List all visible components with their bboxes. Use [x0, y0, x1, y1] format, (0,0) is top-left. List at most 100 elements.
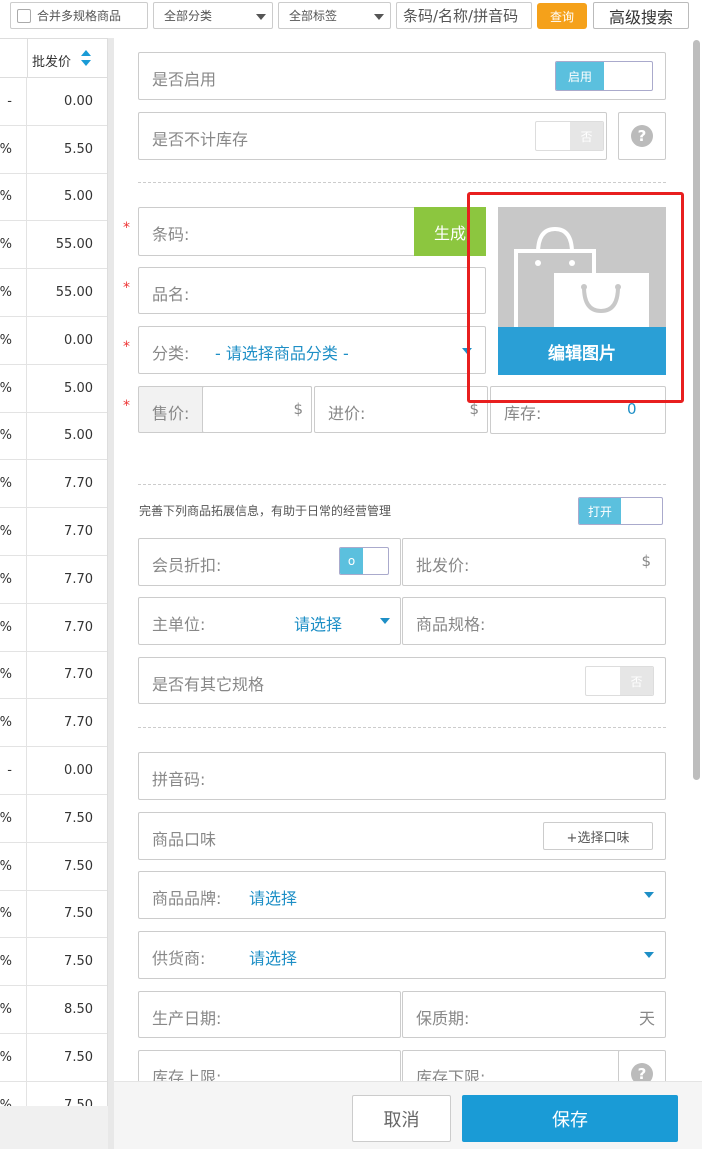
discount-cell: % [0, 508, 27, 555]
wholesale-price-cell: 7.50 [64, 858, 93, 874]
discount-cell: % [0, 651, 27, 699]
table-row[interactable]: % 7.50 [0, 842, 107, 891]
stock-upper-field[interactable]: 库存上限: [138, 1050, 401, 1081]
no-stock-toggle-off: 否 [570, 122, 603, 150]
table-row[interactable]: % 7.70 [0, 603, 107, 652]
cancel-button[interactable]: 取消 [352, 1095, 451, 1142]
brand-select[interactable]: 商品品牌: 请选择 [138, 871, 666, 919]
category-label: 分类: [152, 344, 190, 363]
discount-cell: % [0, 173, 27, 221]
table-row[interactable]: % 7.50 [0, 890, 107, 939]
table-row[interactable]: % 5.50 [0, 125, 107, 174]
table-row[interactable]: % 7.50 [0, 1033, 107, 1082]
wholesale-price-cell: 55.00 [55, 237, 93, 253]
search-input[interactable]: 条码/名称/拼音码 [396, 2, 532, 29]
discount-cell: % [0, 555, 27, 603]
wholesale-price-header[interactable]: 批发价 [32, 51, 71, 70]
enabled-toggle[interactable]: 启用 [555, 61, 653, 91]
sale-price-label: 售价: [152, 404, 190, 423]
no-stock-toggle[interactable]: 否 [535, 121, 604, 151]
other-spec-toggle-off: 否 [620, 667, 653, 695]
discount-cell: % [0, 316, 27, 364]
table-row[interactable]: % 55.00 [0, 269, 107, 317]
shelf-life-field[interactable]: 保质期: 天 [402, 991, 666, 1038]
main-unit-select[interactable]: 主单位: 请选择 [138, 597, 401, 645]
barcode-label: 条码: [152, 225, 190, 244]
other-spec-row: 是否有其它规格 否 [138, 657, 666, 704]
discount-cell: % [0, 364, 27, 412]
table-footer [0, 1106, 112, 1149]
tag-select-value: 全部标签 [289, 9, 338, 23]
discount-cell: % [0, 938, 27, 986]
stock-limit-help-button[interactable]: ? [618, 1050, 666, 1081]
category-field[interactable]: 分类: - 请选择商品分类 - [138, 326, 486, 374]
save-button[interactable]: 保存 [462, 1095, 678, 1142]
product-name-label: 品名: [152, 285, 190, 304]
product-name-field[interactable]: 品名: [138, 267, 486, 314]
category-value: - 请选择商品分类 - [215, 344, 349, 363]
no-stock-row: 是否不计库存 否 [138, 112, 607, 160]
currency-symbol: $ [641, 552, 651, 570]
discount-cell: % [0, 603, 27, 651]
required-mark: * [123, 280, 130, 296]
table-row[interactable]: % 0.00 [0, 316, 107, 365]
table-row[interactable]: % 5.00 [0, 173, 107, 222]
query-button[interactable]: 查询 [537, 3, 587, 29]
purchase-price-label: 进价: [328, 404, 366, 423]
supplier-select[interactable]: 供货商: 请选择 [138, 931, 666, 979]
table-row[interactable]: % 7.70 [0, 555, 107, 604]
table-row[interactable]: % 7.50 [0, 1081, 107, 1106]
member-discount-toggle[interactable]: o [339, 547, 389, 575]
wholesale-price-cell: 5.00 [64, 428, 93, 444]
table-row[interactable]: % 7.50 [0, 794, 107, 843]
discount-cell: % [0, 221, 27, 269]
sort-icon[interactable] [81, 49, 91, 67]
pinyin-field[interactable]: 拼音码: [138, 752, 666, 800]
no-stock-help-button[interactable]: ? [618, 112, 666, 160]
product-spec-field[interactable]: 商品规格: [402, 597, 666, 645]
chevron-down-icon [374, 14, 384, 20]
wholesale-price-cell: 55.00 [55, 285, 93, 301]
wholesale-price-field[interactable]: 批发价: $ [402, 538, 666, 586]
wholesale-price-label: 批发价: [416, 556, 470, 575]
table-row[interactable]: % 7.70 [0, 508, 107, 556]
chevron-down-icon [644, 892, 654, 898]
extension-toggle[interactable]: 打开 [578, 497, 663, 525]
wholesale-price-cell: 7.70 [64, 715, 93, 731]
production-date-field[interactable]: 生产日期: [138, 991, 401, 1038]
wholesale-price-cell: 5.00 [64, 380, 93, 396]
merge-spec-checkbox[interactable]: 合并多规格商品 [10, 2, 148, 29]
table-row[interactable]: % 7.70 [0, 699, 107, 748]
purchase-price-field[interactable]: 进价: $ [314, 386, 488, 433]
table-row[interactable]: % 7.50 [0, 938, 107, 987]
advanced-search-button[interactable]: 高级搜索 [593, 2, 689, 29]
table-row[interactable]: - 0.00 [0, 747, 107, 795]
chevron-down-icon [380, 618, 390, 624]
select-taste-button[interactable]: +选择口味 [543, 822, 653, 850]
member-discount-toggle-on: o [340, 548, 363, 574]
discount-cell: % [0, 1033, 27, 1081]
chevron-down-icon [644, 952, 654, 958]
discount-cell: % [0, 1081, 27, 1106]
sale-price-input[interactable]: $ [202, 386, 312, 433]
other-spec-toggle[interactable]: 否 [585, 666, 654, 696]
table-row[interactable]: - 0.00 [0, 78, 107, 126]
panel-scrollbar[interactable] [693, 40, 700, 780]
table-row[interactable]: % 7.70 [0, 651, 107, 700]
category-select[interactable]: 全部分类 [153, 2, 273, 29]
discount-cell: % [0, 460, 27, 508]
table-row[interactable]: % 8.50 [0, 986, 107, 1034]
table-row[interactable]: % 7.70 [0, 460, 107, 509]
checkbox-icon[interactable] [17, 8, 31, 23]
table-row[interactable]: % 5.00 [0, 364, 107, 413]
stock-lower-field[interactable]: 库存下限: [402, 1050, 620, 1081]
tag-select[interactable]: 全部标签 [278, 2, 391, 29]
wholesale-price-cell: 7.50 [64, 1049, 93, 1065]
stock-label: 库存: [504, 404, 542, 423]
currency-symbol: $ [293, 400, 303, 418]
table-row[interactable]: % 55.00 [0, 221, 107, 270]
main-unit-label: 主单位: [152, 615, 206, 634]
product-spec-label: 商品规格: [416, 615, 486, 634]
table-row[interactable]: % 5.00 [0, 412, 107, 461]
discount-cell: % [0, 412, 27, 460]
